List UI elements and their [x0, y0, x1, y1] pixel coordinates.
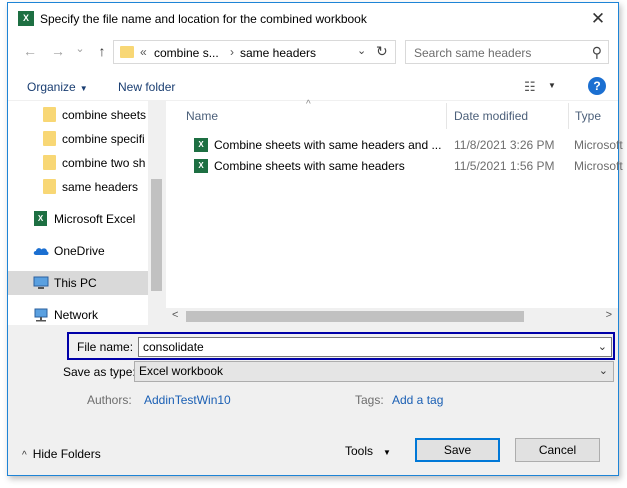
- help-button[interactable]: ?: [588, 77, 606, 95]
- folder-icon: [43, 179, 56, 194]
- sidebar-item-label: This PC: [54, 276, 97, 290]
- sidebar-item-combine-specific[interactable]: combine specifi: [8, 127, 148, 151]
- folder-icon: [43, 107, 56, 122]
- address-dropdown-button[interactable]: ⌄: [357, 44, 366, 57]
- column-header-date-modified[interactable]: Date modified: [454, 109, 528, 123]
- navigation-bar: ← → ⌄ ↑ « combine s... › same headers ⌄ …: [8, 34, 618, 72]
- file-list-scrollbar[interactable]: < >: [166, 308, 618, 325]
- sidebar-item-same-headers[interactable]: same headers: [8, 175, 148, 199]
- sidebar-item-combine-sheets[interactable]: combine sheets: [8, 103, 148, 127]
- scrollbar-thumb[interactable]: [186, 311, 524, 322]
- sidebar-item-label: Network: [54, 308, 99, 322]
- breadcrumb-overflow[interactable]: «: [140, 45, 147, 59]
- file-date: 11/5/2021 1:56 PM: [454, 159, 555, 173]
- sidebar-item-combine-two[interactable]: combine two sh: [8, 151, 148, 175]
- file-name-field[interactable]: consolidate ⌄: [138, 337, 612, 357]
- file-row[interactable]: X Combine sheets with same headers 11/5/…: [186, 156, 623, 176]
- computer-icon: [33, 276, 49, 289]
- sidebar-item-label: combine sheets: [62, 108, 147, 122]
- save-as-type-label: Save as type:: [63, 365, 136, 379]
- address-bar[interactable]: « combine s... › same headers ⌄ ↻: [113, 40, 396, 64]
- chevron-down-icon: ⌄: [598, 365, 608, 377]
- scroll-right-button[interactable]: >: [606, 309, 612, 321]
- title-bar: X Specify the file name and location for…: [8, 3, 618, 34]
- view-options-icon[interactable]: ☷: [524, 79, 536, 95]
- authors-label: Authors:: [87, 393, 132, 407]
- column-divider[interactable]: [568, 103, 569, 129]
- command-bar: Organize ▼ New folder ☷ ▼ ?: [8, 72, 618, 101]
- sidebar-item-label: combine two sh: [62, 156, 146, 170]
- chevron-up-icon: ^: [22, 450, 27, 461]
- organize-label: Organize: [27, 80, 76, 94]
- sidebar-item-network[interactable]: Network: [8, 303, 148, 327]
- sidebar-item-label: Microsoft Excel: [54, 212, 136, 226]
- save-button[interactable]: Save: [415, 438, 500, 462]
- new-folder-button[interactable]: New folder: [118, 80, 175, 94]
- scroll-left-button[interactable]: <: [172, 309, 178, 321]
- tags-field[interactable]: Add a tag: [392, 393, 443, 407]
- scrollbar-thumb[interactable]: [151, 179, 162, 291]
- breadcrumb-item[interactable]: same headers: [240, 46, 316, 60]
- forward-button[interactable]: →: [49, 43, 67, 59]
- file-name: Combine sheets with same headers and ...: [214, 138, 442, 152]
- tools-button[interactable]: Tools ▼: [345, 444, 391, 458]
- search-placeholder: Search same headers: [414, 46, 532, 60]
- column-header-type[interactable]: Type: [575, 109, 601, 123]
- cloud-icon: [33, 248, 49, 255]
- navigation-pane: combine sheets combine specifi combine t…: [8, 101, 165, 325]
- network-icon: [34, 308, 48, 322]
- up-button[interactable]: ↑: [93, 43, 111, 59]
- file-name: Combine sheets with same headers: [214, 159, 405, 173]
- chevron-down-icon[interactable]: ⌄: [598, 338, 607, 356]
- sort-ascending-icon: ^: [306, 99, 311, 110]
- tools-label: Tools: [345, 444, 374, 458]
- caret-down-icon: ▼: [383, 448, 391, 457]
- hide-folders-button[interactable]: ^ Hide Folders: [22, 447, 101, 461]
- sidebar-item-this-pc[interactable]: This PC: [8, 271, 148, 295]
- save-as-type-value: Excel workbook: [139, 364, 224, 378]
- dialog-title: Specify the file name and location for t…: [40, 12, 367, 26]
- file-name-label: File name:: [77, 340, 134, 354]
- sidebar-item-label: OneDrive: [54, 244, 105, 258]
- caret-down-icon: ▼: [79, 84, 88, 93]
- file-name-value: consolidate: [143, 340, 204, 354]
- column-header-name[interactable]: Name: [186, 109, 218, 123]
- folder-icon: [120, 46, 134, 58]
- excel-icon: X: [18, 11, 34, 26]
- excel-icon: X: [34, 211, 47, 226]
- file-list: ^ Name Date modified Type X Combine shee…: [166, 99, 623, 325]
- sidebar-item-onedrive[interactable]: OneDrive: [8, 239, 148, 263]
- file-name-row: File name: consolidate ⌄: [67, 332, 615, 360]
- refresh-button[interactable]: ↻: [376, 43, 388, 60]
- search-icon[interactable]: ⚲: [592, 44, 602, 61]
- file-type: Microsoft: [574, 159, 623, 173]
- organize-button[interactable]: Organize ▼: [27, 80, 88, 94]
- sidebar-item-label: same headers: [62, 180, 139, 194]
- recent-locations-button[interactable]: ⌄: [71, 42, 89, 55]
- save-dialog: X Specify the file name and location for…: [7, 2, 623, 476]
- excel-file-icon: X: [194, 159, 208, 173]
- search-input[interactable]: Search same headers ⚲: [405, 40, 609, 64]
- sidebar-scrollbar[interactable]: [148, 101, 165, 325]
- file-row[interactable]: X Combine sheets with same headers and .…: [186, 135, 623, 155]
- file-date: 11/8/2021 3:26 PM: [454, 138, 555, 152]
- breadcrumb-item[interactable]: combine s...: [154, 46, 219, 60]
- file-type: Microsoft: [574, 138, 623, 152]
- sidebar-item-microsoft-excel[interactable]: X Microsoft Excel: [8, 207, 148, 231]
- chevron-right-icon[interactable]: ›: [230, 45, 234, 59]
- folder-icon: [43, 155, 56, 170]
- close-button[interactable]: ✕: [584, 6, 612, 32]
- folder-icon: [43, 131, 56, 146]
- sidebar-item-label: combine specifi: [62, 132, 145, 146]
- save-as-type-select[interactable]: Excel workbook ⌄: [134, 361, 614, 382]
- authors-field[interactable]: AddinTestWin10: [144, 393, 231, 407]
- back-button[interactable]: ←: [21, 43, 39, 59]
- hide-folders-label: Hide Folders: [32, 447, 101, 461]
- column-divider[interactable]: [446, 103, 447, 129]
- excel-file-icon: X: [194, 138, 208, 152]
- view-dropdown-button[interactable]: ▼: [548, 81, 556, 90]
- tags-label: Tags:: [355, 393, 384, 407]
- cancel-button[interactable]: Cancel: [515, 438, 600, 462]
